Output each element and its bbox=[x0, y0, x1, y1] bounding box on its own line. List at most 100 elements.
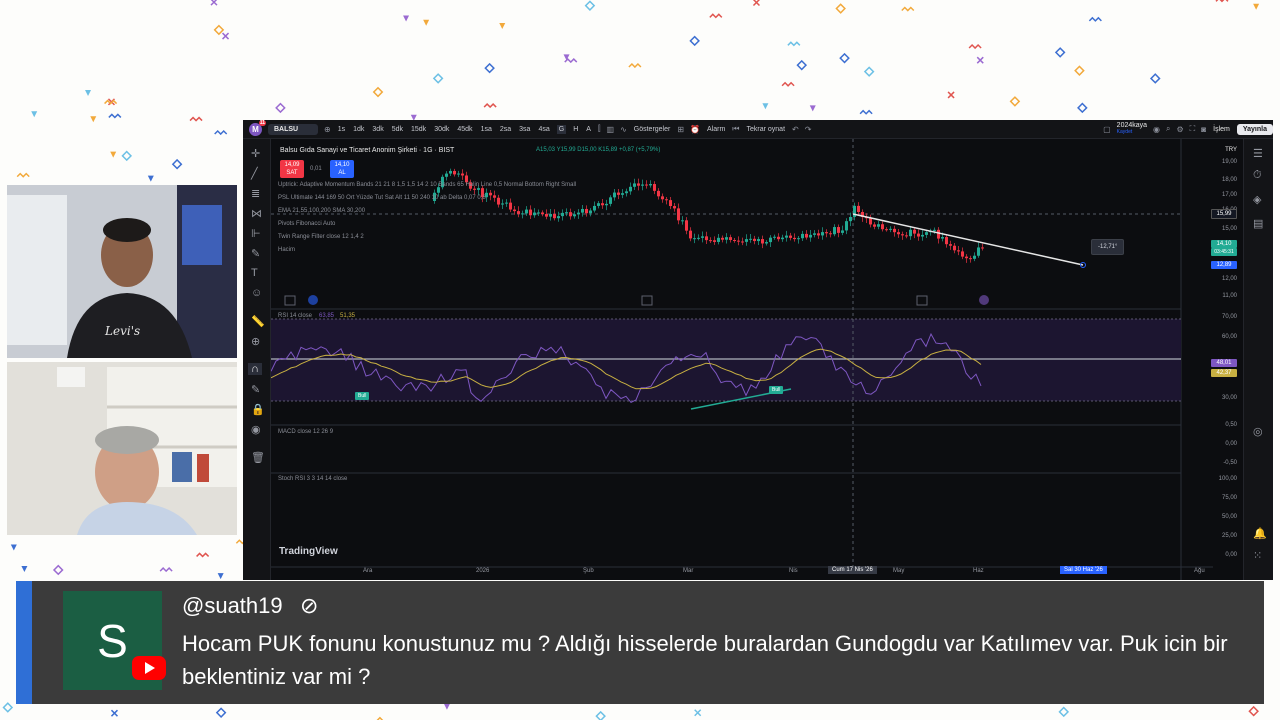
fullscreen-icon[interactable]: ⛶ bbox=[1190, 124, 1196, 134]
indicator-adaptive-momentum[interactable]: Uptrick: Adaptive Momentum Bands 21 21 8… bbox=[278, 182, 576, 188]
candle-body bbox=[509, 202, 512, 210]
redo-icon[interactable]: ↷ bbox=[805, 125, 812, 134]
brush-icon[interactable]: ✎ bbox=[251, 247, 260, 260]
target-icon[interactable]: ◎ bbox=[1253, 425, 1263, 438]
watchlist-icon[interactable]: ☰ bbox=[1253, 147, 1263, 160]
alerts-icon[interactable]: ⏱ bbox=[1253, 169, 1262, 182]
timeframe-4sa[interactable]: 4sa bbox=[537, 126, 550, 133]
price-axis-label[interactable]: TRY bbox=[1225, 147, 1237, 153]
timeframe-2sa[interactable]: 2sa bbox=[499, 126, 512, 133]
confetti-piece bbox=[10, 544, 17, 551]
symbol-search[interactable]: BALSU bbox=[268, 123, 318, 135]
indicators-icon[interactable]: ∿ bbox=[620, 125, 627, 134]
timeframe-g[interactable]: G bbox=[556, 124, 567, 134]
rsi-label[interactable]: RSI 14 close bbox=[278, 313, 312, 319]
rsi-label-60: 60,00 bbox=[1221, 334, 1237, 340]
macd-label-neg050: -0,50 bbox=[1223, 460, 1237, 466]
alarm-icon[interactable]: ⏰ bbox=[690, 125, 700, 134]
webcam-host-top: Levi's bbox=[7, 185, 237, 358]
trash-icon[interactable]: 🗑 bbox=[251, 451, 265, 464]
timeframe-h[interactable]: H bbox=[572, 126, 579, 133]
layouts-icon[interactable]: ⊞ bbox=[677, 125, 684, 134]
magnet-icon[interactable]: ∩ bbox=[248, 363, 262, 375]
macd-label-050: 0,50 bbox=[1225, 422, 1237, 428]
timeframe-1s[interactable]: 1s bbox=[337, 126, 346, 133]
zoom-icon[interactable]: ⊕ bbox=[251, 335, 260, 348]
indicator-pivots[interactable]: Pivots Fibonacci Auto bbox=[278, 221, 335, 227]
layout-menu-icon[interactable]: ◉ bbox=[1153, 125, 1160, 134]
angle-measure-tag[interactable]: -12,71° bbox=[1091, 239, 1125, 255]
alarm-button[interactable]: Alarm bbox=[706, 126, 726, 133]
forecast-icon[interactable]: ⊩ bbox=[251, 227, 261, 240]
timeframe-45dk[interactable]: 45dk bbox=[456, 126, 473, 133]
candle-body bbox=[809, 234, 812, 238]
ruler-icon[interactable]: 📏 bbox=[251, 315, 265, 328]
bar-style-icon[interactable]: ⫿ bbox=[598, 124, 601, 134]
candle-body bbox=[585, 208, 588, 214]
timeframe-15dk[interactable]: 15dk bbox=[410, 126, 427, 133]
lock-icon[interactable]: 🔒 bbox=[251, 403, 265, 416]
timeframe-30dk[interactable]: 30dk bbox=[433, 126, 450, 133]
search-icon[interactable]: ⌕ bbox=[1166, 124, 1170, 134]
price-tag-low: 12,89 bbox=[1211, 261, 1237, 269]
indicators-button[interactable]: Göstergeler bbox=[633, 126, 672, 133]
layers-icon[interactable]: ◈ bbox=[1253, 193, 1261, 206]
candle-body bbox=[885, 229, 888, 231]
candle-body bbox=[553, 214, 556, 219]
undo-icon[interactable]: ↶ bbox=[792, 125, 799, 134]
chat-icon[interactable]: ▤ bbox=[1253, 217, 1263, 230]
timeframe-5dk[interactable]: 5dk bbox=[391, 126, 404, 133]
macd-label[interactable]: MACD close 12 26 9 bbox=[278, 429, 333, 435]
indicator-psl-ultimate[interactable]: PSL Ultimate 144 169 50 Ort Yüzde Tut Sa… bbox=[278, 195, 486, 201]
profile-avatar[interactable]: M 11 bbox=[249, 119, 266, 136]
symbol-legend-title[interactable]: Balsu Gıda Sanayi ve Ticaret Anonim Şirk… bbox=[280, 147, 454, 154]
candle-body bbox=[777, 236, 780, 240]
lock-drawing-icon[interactable]: ✎ bbox=[251, 383, 260, 396]
candle-style-icon[interactable]: ▥ bbox=[607, 125, 615, 134]
publish-button[interactable]: Yayınla bbox=[1236, 123, 1273, 135]
replay-icon[interactable]: ⏮ bbox=[732, 124, 739, 134]
confetti-piece bbox=[215, 707, 227, 718]
indicator-ema[interactable]: EMA 21,55,100,200 SMA 30,200 bbox=[278, 208, 365, 214]
candle-body bbox=[497, 197, 500, 205]
sell-price-badge[interactable]: 14,09 SAT bbox=[280, 160, 304, 178]
timeframe-a[interactable]: A bbox=[585, 126, 592, 133]
candle-body bbox=[617, 192, 620, 195]
bell-icon[interactable]: 🔔 bbox=[1253, 527, 1267, 540]
verified-circle-icon: ⊘ bbox=[300, 593, 319, 618]
stoch-rsi-label[interactable]: Stoch RSI 3 3 14 14 close bbox=[278, 476, 347, 482]
candle-body bbox=[537, 212, 540, 214]
candle-body bbox=[681, 220, 684, 222]
pattern-icon[interactable]: ⋈ bbox=[251, 207, 262, 220]
trendline-icon[interactable]: ╱ bbox=[251, 167, 258, 180]
emoji-icon[interactable]: ☺ bbox=[251, 287, 262, 299]
timeframe-3dk[interactable]: 3dk bbox=[371, 126, 384, 133]
stoch-label-100: 100,00 bbox=[1218, 476, 1237, 482]
buy-price-badge[interactable]: 14,10 AL bbox=[330, 160, 354, 178]
layout-name[interactable]: 2024kaya Kaydet bbox=[1117, 122, 1147, 136]
timeframe-1dk[interactable]: 1dk bbox=[352, 126, 365, 133]
indicator-volume[interactable]: Hacim bbox=[278, 247, 295, 253]
timeframe-1sa[interactable]: 1sa bbox=[480, 126, 493, 133]
replay-button[interactable]: Tekrar oynat bbox=[746, 126, 787, 133]
settings-icon[interactable]: ⚙ bbox=[1177, 125, 1184, 134]
timeframe-3sa[interactable]: 3sa bbox=[518, 126, 531, 133]
chart-canvas[interactable] bbox=[271, 139, 1213, 580]
candle-body bbox=[785, 235, 788, 238]
buy-label: AL bbox=[338, 170, 346, 176]
candle-body bbox=[693, 238, 696, 240]
trade-button[interactable]: İşlem bbox=[1212, 126, 1231, 133]
crosshair-icon[interactable]: ✛ bbox=[251, 147, 260, 160]
text-icon[interactable]: T bbox=[251, 267, 258, 279]
eye-icon[interactable]: ◉ bbox=[251, 423, 261, 436]
add-symbol-icon[interactable]: ⊕ bbox=[324, 125, 331, 134]
grid-icon[interactable]: ⁙ bbox=[1253, 549, 1262, 562]
camera-icon[interactable]: ◙ bbox=[1201, 125, 1206, 134]
indicator-twin-range[interactable]: Twin Range Filter close 12 1,4 2 bbox=[278, 234, 364, 240]
confetti-piece bbox=[595, 710, 606, 720]
svg-text:Levi's: Levi's bbox=[104, 324, 140, 338]
candle-body bbox=[849, 216, 852, 222]
fib-icon[interactable]: ≣ bbox=[251, 187, 260, 200]
layout-square-icon[interactable]: ▢ bbox=[1103, 125, 1111, 134]
candle-body bbox=[721, 237, 724, 240]
